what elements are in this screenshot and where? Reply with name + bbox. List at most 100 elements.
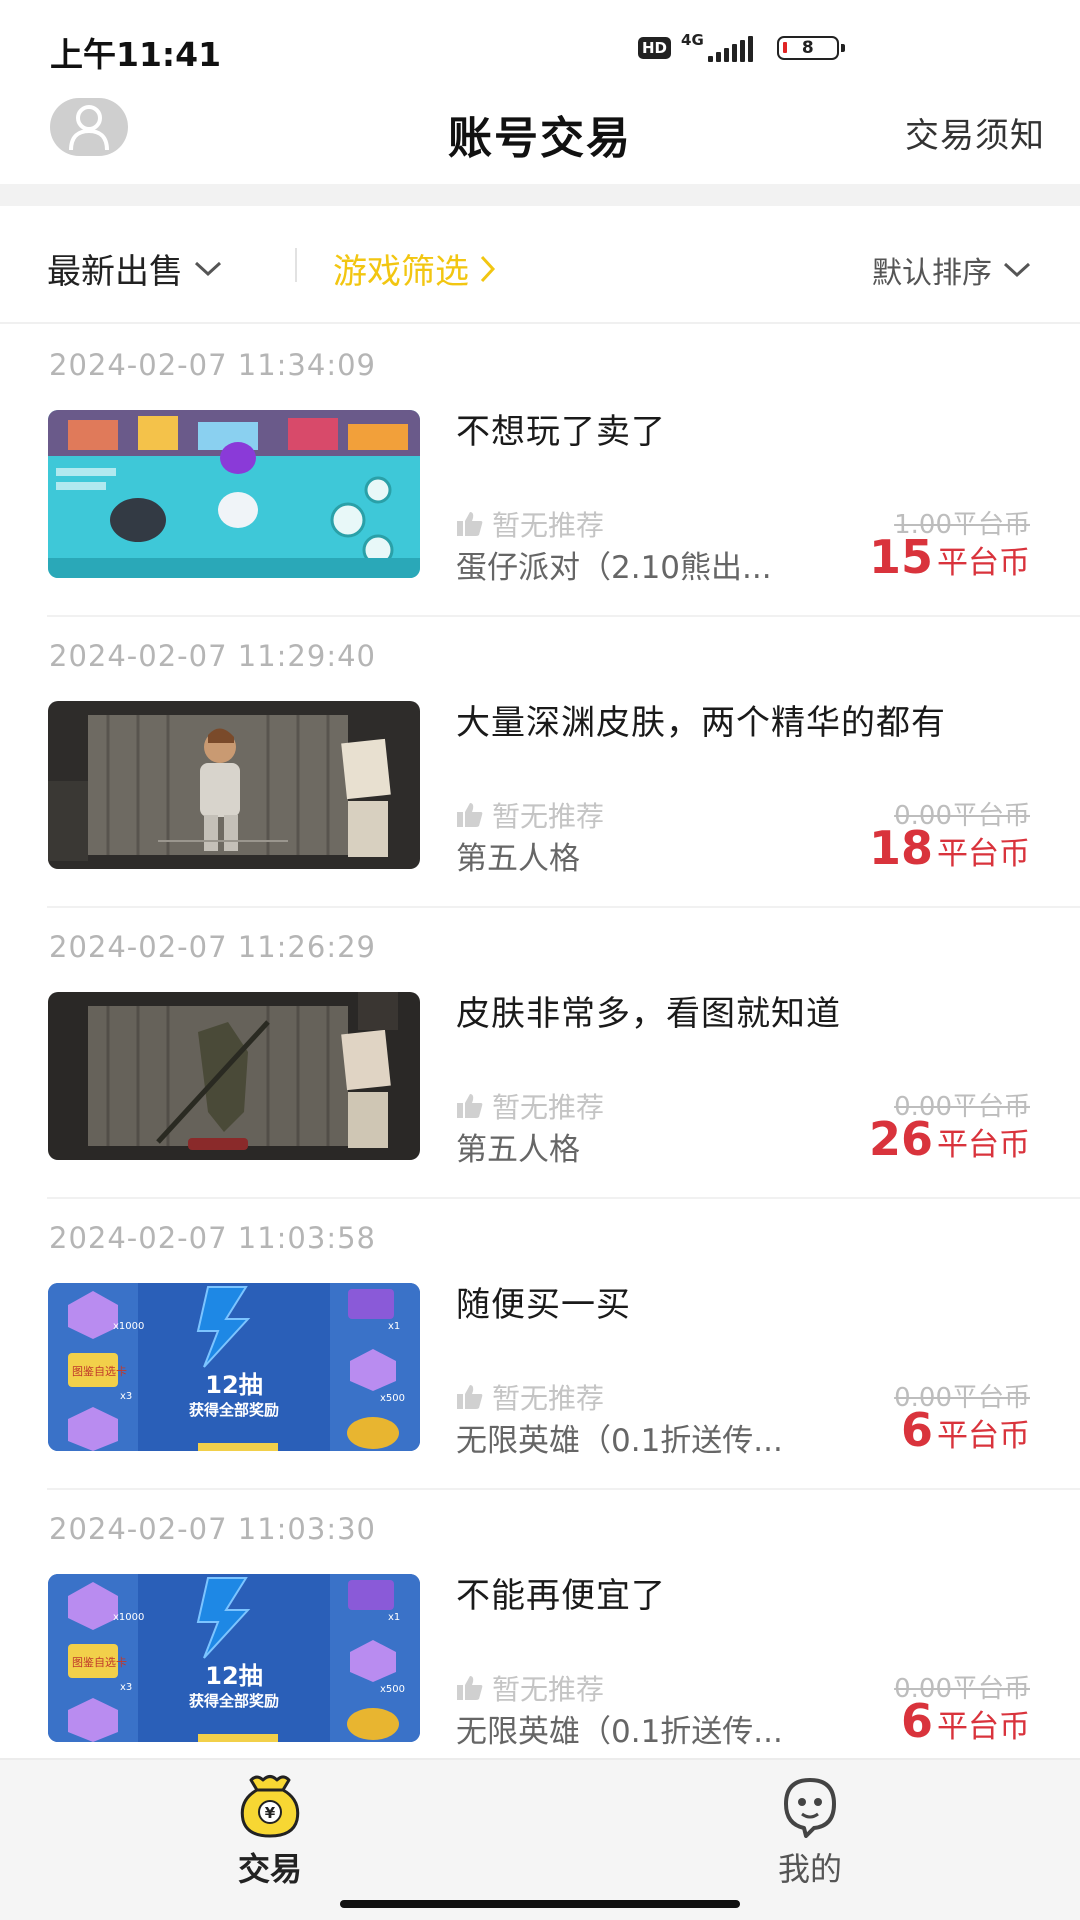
listing-title: 大量深渊皮肤，两个精华的都有 (456, 703, 946, 743)
game-filter-button[interactable]: 游戏筛选 (333, 244, 497, 293)
filter-bar: 最新出售 游戏筛选 默认排序 (0, 206, 1080, 324)
svg-text:x1: x1 (388, 1321, 400, 1332)
status-bar: 上午11:41 HD 4G 8 (0, 0, 1080, 96)
price-value: 6 (900, 1694, 933, 1748)
filter-divider (295, 248, 297, 282)
recommend-row: 暂无推荐 (456, 795, 604, 835)
listing-thumbnail (48, 992, 420, 1160)
status-time: 上午11:41 (50, 35, 222, 74)
listing-date: 2024-02-07 11:03:58 (49, 1221, 376, 1255)
recommend-text: 暂无推荐 (492, 509, 605, 542)
listing-date: 2024-02-07 11:03:30 (49, 1512, 376, 1546)
latest-sale-label: 最新出售 (47, 252, 183, 292)
game-name: 第五人格 (456, 1132, 580, 1168)
price-value: 26 (868, 1112, 933, 1166)
game-name: 无限英雄（0.1折送传... (456, 1423, 783, 1459)
price: 15 平台币 (869, 530, 1030, 584)
listing-thumbnail: x1000 图鉴自选卡 x3 12抽 获得全部奖励 x1 x500 (48, 1574, 420, 1742)
svg-text:x3: x3 (120, 1682, 132, 1693)
sort-dropdown[interactable]: 默认排序 (872, 248, 1032, 292)
signal-icon (707, 34, 753, 62)
chevron-right-icon (480, 255, 496, 282)
svg-text:x500: x500 (380, 1393, 405, 1404)
game-filter-label: 游戏筛选 (333, 252, 469, 292)
nav-mine-label: 我的 (777, 1850, 842, 1888)
price-unit: 平台币 (937, 836, 1030, 872)
thumbs-up-icon (457, 803, 483, 827)
chat-face-icon (784, 1778, 836, 1838)
game-name: 蛋仔派对（2.10熊出... (456, 550, 772, 586)
chevron-down-icon (194, 261, 222, 276)
recommend-row: 暂无推荐 (456, 1668, 604, 1708)
chevron-down-icon (1003, 262, 1031, 278)
listing-title: 不能再便宜了 (456, 1576, 666, 1616)
price: 6 平台币 (901, 1403, 1030, 1457)
svg-text:x1000: x1000 (113, 1321, 144, 1332)
listing-thumbnail (48, 410, 420, 578)
price: 18 平台币 (869, 821, 1030, 875)
listing-item[interactable]: 2024-02-07 11:34:09 不想玩了卖了 暂无推荐 蛋仔派对（2.1… (0, 326, 1080, 617)
price-value: 6 (900, 1403, 933, 1457)
battery-icon: 8 (776, 36, 845, 60)
battery-level: 8 (801, 38, 814, 58)
listing-item[interactable]: 2024-02-07 11:03:30 x1000 图鉴自选卡 x3 12抽 获… (0, 1490, 1080, 1781)
recommend-text: 暂无推荐 (492, 1091, 605, 1124)
listing-item[interactable]: 2024-02-07 11:26:29 皮肤非常多，看图就知道 暂无推荐 第五人… (0, 908, 1080, 1199)
svg-text:获得全部奖励: 获得全部奖励 (189, 1401, 279, 1419)
recommend-row: 暂无推荐 (456, 1086, 604, 1126)
price-value: 18 (868, 821, 933, 875)
bottom-nav: ¥ 交易 我的 (0, 1758, 1080, 1920)
hd-icon: HD (638, 37, 672, 59)
section-divider (0, 184, 1080, 206)
thumbs-up-icon (457, 512, 483, 536)
listing-title: 不想玩了卖了 (456, 412, 666, 452)
trade-rules-link[interactable]: 交易须知 (905, 108, 1045, 157)
recommend-row: 暂无推荐 (456, 1377, 604, 1417)
app-header: 账号交易 交易须知 (0, 96, 1080, 184)
listing-date: 2024-02-07 11:29:40 (49, 639, 376, 673)
nav-tab-mine[interactable]: 我的 (730, 1774, 890, 1890)
price-unit: 平台币 (937, 1127, 1030, 1163)
listing-date: 2024-02-07 11:34:09 (49, 348, 376, 382)
listing-thumbnail (48, 701, 420, 869)
sort-label: 默认排序 (872, 256, 992, 291)
status-icons: HD 4G 8 (638, 31, 845, 62)
price-unit: 平台币 (937, 1709, 1030, 1745)
price: 6 平台币 (901, 1694, 1030, 1748)
listing-date: 2024-02-07 11:26:29 (49, 930, 376, 964)
listing-item[interactable]: 2024-02-07 11:29:40 大量深渊皮肤，两个精华的都有 暂无推荐 … (0, 617, 1080, 908)
thumbs-up-icon (457, 1094, 483, 1118)
thumbs-up-icon (457, 1385, 483, 1409)
recommend-text: 暂无推荐 (492, 1673, 605, 1706)
svg-text:12抽: 12抽 (205, 1662, 262, 1690)
svg-text:12抽: 12抽 (205, 1371, 262, 1399)
listing-thumbnail: x1000 图鉴自选卡 x3 12抽 获得全部奖励 x1 x500 (48, 1283, 420, 1451)
svg-text:¥: ¥ (265, 1804, 276, 1822)
svg-text:x1000: x1000 (113, 1612, 144, 1623)
price-value: 15 (868, 530, 933, 584)
listing-title: 皮肤非常多，看图就知道 (456, 994, 841, 1034)
latest-sale-dropdown[interactable]: 最新出售 (47, 244, 223, 293)
nav-tab-trade[interactable]: ¥ 交易 (190, 1774, 350, 1890)
recommend-text: 暂无推荐 (492, 1382, 605, 1415)
svg-text:x3: x3 (120, 1391, 132, 1402)
thumbs-up-icon (457, 1676, 483, 1700)
money-bag-icon: ¥ (240, 1775, 300, 1838)
listing-title: 随便买一买 (456, 1285, 631, 1325)
price: 26 平台币 (869, 1112, 1030, 1166)
price-unit: 平台币 (937, 545, 1030, 581)
svg-text:x1: x1 (388, 1612, 400, 1623)
game-name: 无限英雄（0.1折送传... (456, 1714, 783, 1750)
home-indicator (340, 1900, 740, 1908)
listing-list: 2024-02-07 11:34:09 不想玩了卖了 暂无推荐 蛋仔派对（2.1… (0, 326, 1080, 1781)
game-name: 第五人格 (456, 841, 580, 877)
price-unit: 平台币 (937, 1418, 1030, 1454)
nav-trade-label: 交易 (237, 1850, 302, 1888)
svg-text:x500: x500 (380, 1684, 405, 1695)
listing-item[interactable]: 2024-02-07 11:03:58 x1000 图鉴自选卡 x3 12抽 获… (0, 1199, 1080, 1490)
svg-text:获得全部奖励: 获得全部奖励 (189, 1692, 279, 1710)
svg-text:图鉴自选卡: 图鉴自选卡 (72, 1365, 127, 1378)
recommend-text: 暂无推荐 (492, 800, 605, 833)
svg-text:图鉴自选卡: 图鉴自选卡 (72, 1656, 127, 1669)
network-type-label: 4G (681, 31, 704, 49)
